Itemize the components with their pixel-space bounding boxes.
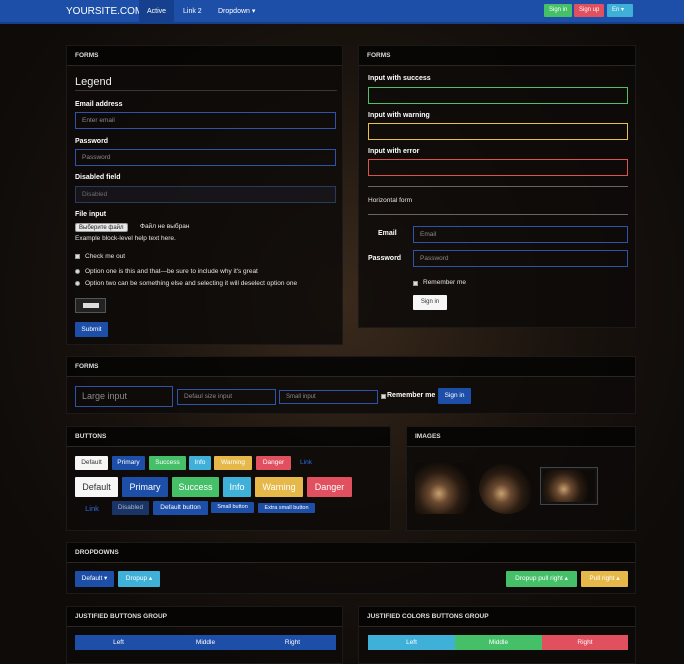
horizontal-password-label: Password <box>368 255 402 262</box>
default-size-button[interactable]: Default button <box>153 501 208 515</box>
success-label: Input with success <box>368 75 431 82</box>
horizontal-email-label: Email <box>378 230 397 237</box>
section-divider <box>368 214 628 215</box>
horizontal-email-input[interactable]: Email <box>413 226 628 243</box>
option-one-label: Option one is this and that—be sure to i… <box>85 268 258 275</box>
default-dropdown-button[interactable]: Default ▾ <box>75 571 114 587</box>
justified-left-button[interactable]: Left <box>75 635 162 650</box>
nav-item-link2[interactable]: Link 2 <box>175 0 210 24</box>
info-button-lg[interactable]: Info <box>223 477 251 497</box>
circle-image <box>479 463 535 514</box>
panel-heading: JUSTIFIED COLORS BUTTONS GROUP <box>359 607 635 627</box>
large-input[interactable]: Large input <box>75 386 173 407</box>
thumbnail-image <box>540 467 598 505</box>
info-button-sm[interactable]: Info <box>189 456 211 470</box>
select-box-value <box>83 303 99 308</box>
check-me-out-label: Check me out <box>85 253 126 260</box>
thumbnail-image-inner <box>543 470 595 502</box>
danger-button-sm[interactable]: Danger <box>256 456 291 470</box>
success-input[interactable] <box>368 87 628 104</box>
dropup-pull-right-button[interactable]: Dropup pull right ▴ <box>506 571 577 587</box>
pull-right-button[interactable]: Pull right ▴ <box>581 571 628 587</box>
inline-sign-in-button[interactable]: Sign in <box>438 388 471 404</box>
legend-title: Legend <box>75 76 112 88</box>
error-label: Input with error <box>368 148 420 155</box>
extra-small-button[interactable]: Extra small button <box>258 503 315 513</box>
nav-sign-in-button[interactable]: Sign in <box>544 4 573 17</box>
select-box[interactable] <box>75 298 106 313</box>
justified-buttons-panel: JUSTIFIED BUTTONS GROUP Left Middle Righ… <box>66 606 343 664</box>
option-two-label: Option two can be something else and sel… <box>85 280 298 287</box>
legend-divider <box>75 90 337 91</box>
warning-label: Input with warning <box>368 112 430 119</box>
horizontal-form-title: Horizontal form <box>368 197 413 204</box>
buttons-panel: BUTTONS Default Primary Success Info War… <box>66 426 391 531</box>
colors-middle-button[interactable]: Middle <box>455 635 542 650</box>
error-input[interactable] <box>368 159 628 176</box>
remember-me-label: Remember me <box>423 279 466 286</box>
justified-right-button[interactable]: Right <box>249 635 336 650</box>
warning-button-lg[interactable]: Warning <box>255 477 303 497</box>
nav-sign-up-button[interactable]: Sign up <box>574 4 605 17</box>
panel-heading: FORMS <box>359 46 635 66</box>
dropup-button[interactable]: Dropup ▴ <box>118 571 160 587</box>
panel-heading: FORMS <box>67 46 342 66</box>
option-two-radio[interactable] <box>75 281 80 286</box>
panel-heading: JUSTIFIED BUTTONS GROUP <box>67 607 342 627</box>
danger-button-lg[interactable]: Danger <box>307 477 352 497</box>
panel-heading: FORMS <box>67 357 635 377</box>
horizontal-password-input[interactable]: Password <box>413 250 628 267</box>
panel-heading: DROPDOWNS <box>67 543 635 563</box>
primary-button-lg[interactable]: Primary <box>122 477 168 497</box>
nav-item-active[interactable]: Active <box>139 0 175 24</box>
top-navbar: YOURSITE.COM Active Link 2 Dropdown ▾ Si… <box>0 0 684 24</box>
password-field[interactable]: Password <box>75 149 336 166</box>
inline-remember-checkbox[interactable] <box>381 394 386 399</box>
small-size-button[interactable]: Small button <box>211 502 254 513</box>
link-button-sm[interactable]: Link <box>294 456 318 470</box>
default-button-lg[interactable]: Default <box>75 477 118 497</box>
disabled-button: Disabled <box>112 501 149 515</box>
warning-button-sm[interactable]: Warning <box>214 456 252 470</box>
disabled-field: Disabled <box>75 186 336 203</box>
forms-panel-validation: FORMS Input with success Input with warn… <box>358 45 636 328</box>
disabled-label: Disabled field <box>75 174 121 181</box>
panel-heading: BUTTONS <box>67 427 390 447</box>
brand-logo[interactable]: YOURSITE.COM <box>66 6 143 17</box>
justified-middle-button[interactable]: Middle <box>162 635 249 650</box>
panel-heading: IMAGES <box>407 427 635 447</box>
check-me-out-checkbox[interactable] <box>75 254 80 259</box>
help-text: Example block-level help text here. <box>75 235 176 242</box>
default-button-sm[interactable]: Default <box>75 456 108 470</box>
option-one-radio[interactable] <box>75 269 80 274</box>
file-input-label: File input <box>75 211 107 218</box>
email-field[interactable]: Enter email <box>75 112 336 129</box>
horizontal-sign-in-button[interactable]: Sign in <box>413 295 447 310</box>
success-button-lg[interactable]: Success <box>172 477 219 497</box>
colors-right-button[interactable]: Right <box>542 635 628 650</box>
colors-left-button[interactable]: Left <box>368 635 455 650</box>
password-label: Password <box>75 138 109 145</box>
file-status: Файл не выбран <box>140 223 190 230</box>
language-dropdown[interactable]: En ▾ <box>607 4 633 17</box>
primary-button-sm[interactable]: Primary <box>112 456 145 470</box>
justified-colors-panel: JUSTIFIED COLORS BUTTONS GROUP Left Midd… <box>358 606 636 664</box>
inline-remember-label: Remember me <box>387 392 436 399</box>
nav-item-dropdown[interactable]: Dropdown ▾ <box>210 0 263 24</box>
link-button-lg[interactable]: Link <box>75 501 109 516</box>
section-divider <box>368 186 628 187</box>
small-input[interactable]: Small input <box>279 390 378 404</box>
dropdowns-panel: DROPDOWNS Default ▾ Dropup ▴ Dropup pull… <box>66 542 636 594</box>
email-label: Email address <box>75 101 123 108</box>
submit-button[interactable]: Submit <box>75 322 108 337</box>
default-size-input[interactable]: Defaul size input <box>177 389 276 405</box>
success-button-sm[interactable]: Success <box>149 456 186 470</box>
images-panel: IMAGES <box>406 426 636 531</box>
warning-input[interactable] <box>368 123 628 140</box>
rounded-image <box>415 463 475 514</box>
file-choose-button[interactable]: Выберите файл <box>75 223 128 232</box>
forms-panel-inline: FORMS Large input Defaul size input Smal… <box>66 356 636 414</box>
remember-me-checkbox[interactable] <box>413 281 418 286</box>
forms-panel-basic: FORMS Legend Email address Enter email P… <box>66 45 343 345</box>
